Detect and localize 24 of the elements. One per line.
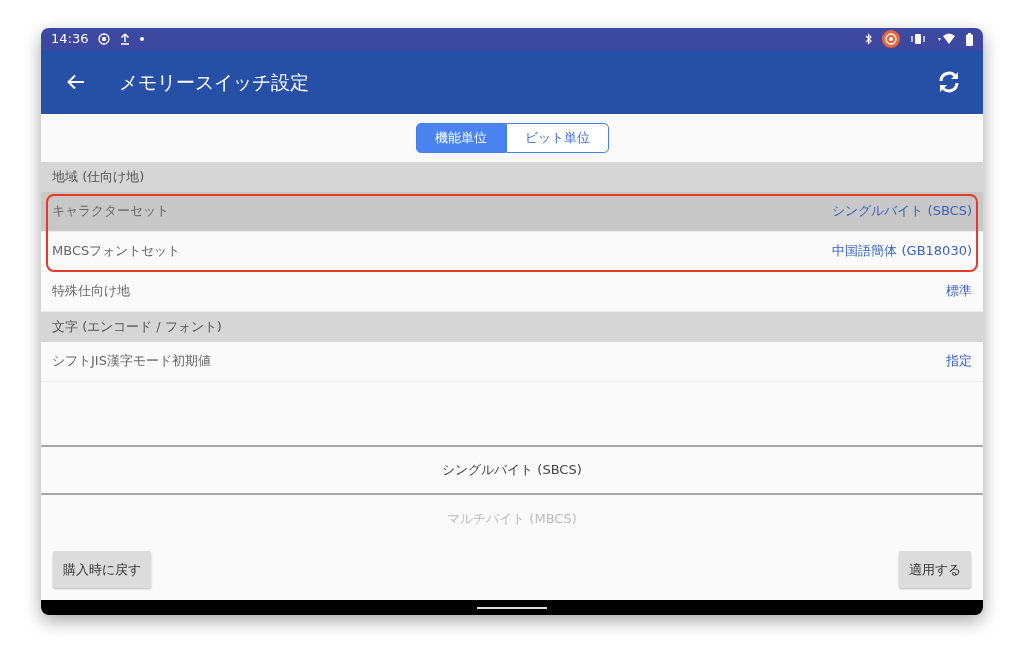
- back-arrow-icon[interactable]: [67, 74, 85, 90]
- refresh-icon[interactable]: [937, 70, 961, 94]
- setting-row[interactable]: 特殊仕向け地 標準: [41, 271, 983, 312]
- battery-icon: [966, 32, 973, 46]
- bluetooth-icon: [865, 33, 872, 45]
- picker-option[interactable]: シングルバイト (SBCS): [41, 446, 983, 495]
- status-time: 14:36: [51, 30, 89, 49]
- home-handle[interactable]: [477, 606, 547, 609]
- record-icon: [98, 33, 111, 45]
- vibrate-icon: [910, 33, 926, 45]
- setting-row[interactable]: キャラクターセット シングルバイト (SBCS): [41, 191, 983, 232]
- setting-row[interactable]: シフトJIS漢字モード初期値 指定: [41, 341, 983, 382]
- section-header: 文字 (エンコード / フォント): [41, 311, 983, 342]
- wifi-icon: [936, 33, 956, 45]
- section-header: 地域 (仕向け地): [41, 161, 983, 192]
- segment-tab[interactable]: ビット単位: [505, 123, 609, 153]
- action-button[interactable]: 購入時に戻す: [53, 550, 151, 588]
- screen-title: メモリースイッチ設定: [119, 69, 309, 95]
- action-button[interactable]: 適用する: [899, 550, 971, 588]
- setting-row[interactable]: MBCSフォントセット 中国語簡体 (GB18030): [41, 231, 983, 272]
- dot-icon: [140, 37, 145, 41]
- target-icon: [882, 30, 900, 48]
- upload-icon: [120, 33, 131, 45]
- segment-tab[interactable]: 機能単位: [415, 123, 506, 153]
